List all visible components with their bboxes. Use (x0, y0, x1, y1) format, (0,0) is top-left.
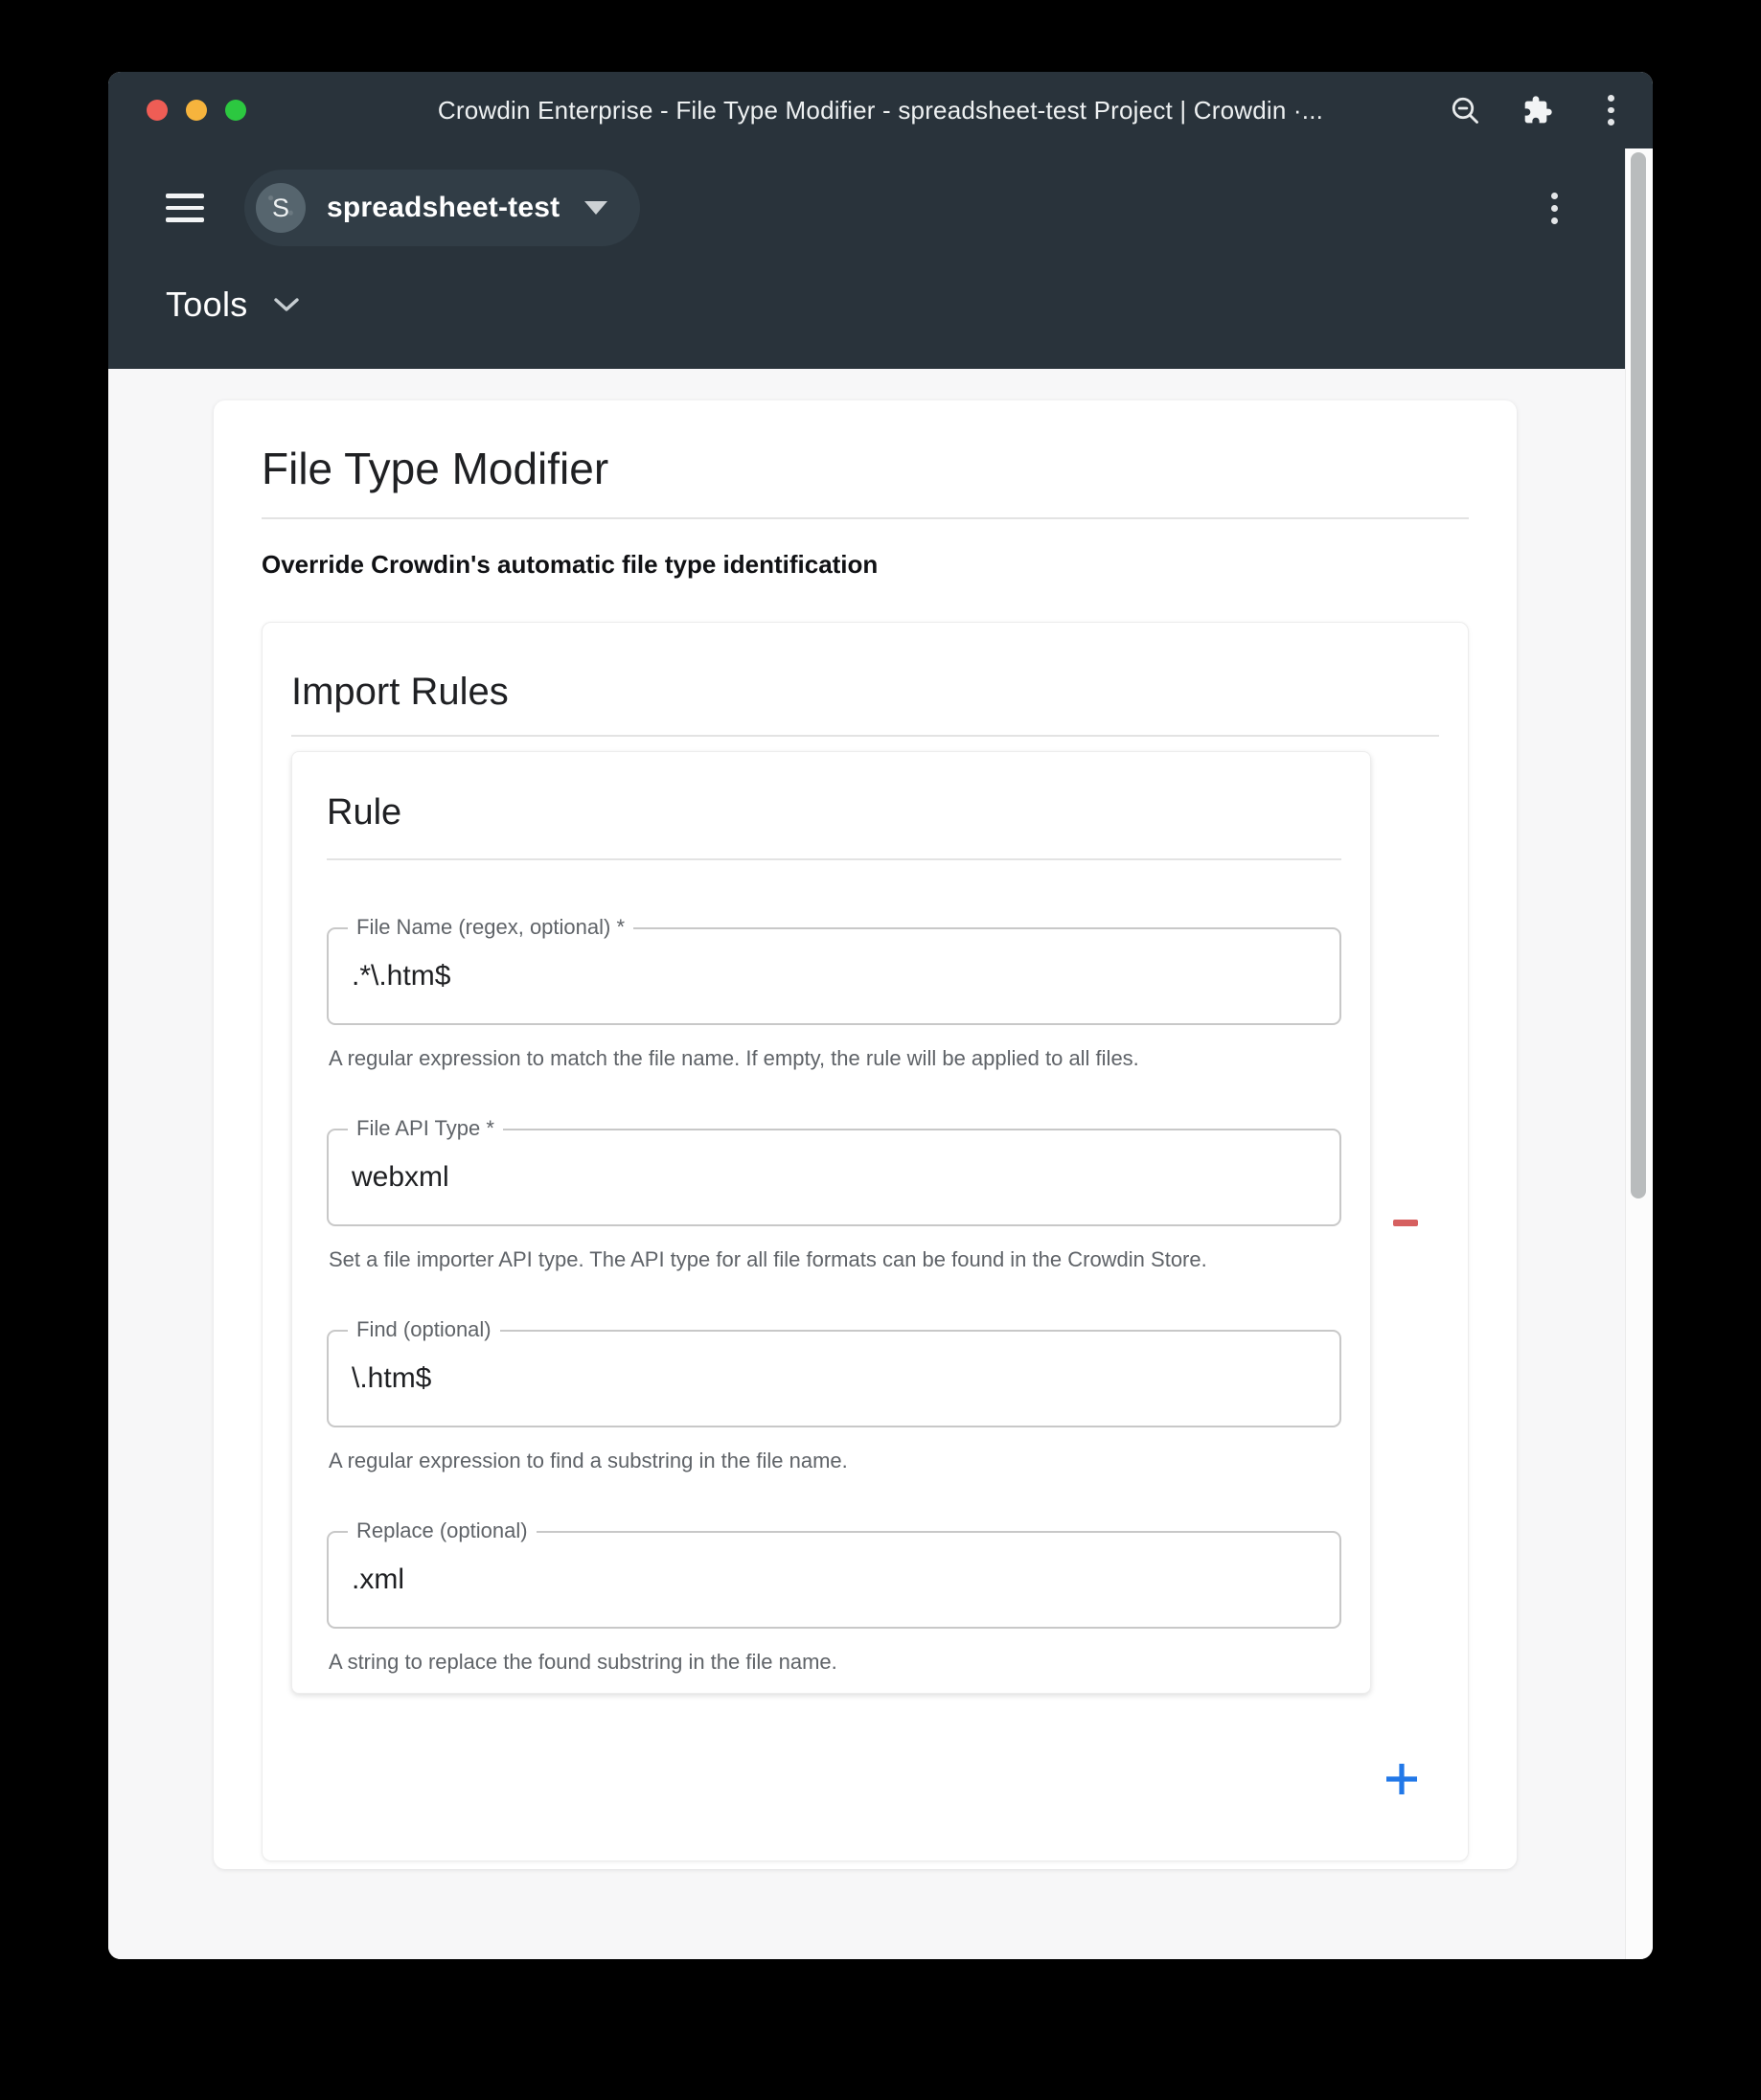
plus-icon (1382, 1759, 1422, 1799)
page-tab-title: Crowdin Enterprise - File Type Modifier … (108, 96, 1653, 126)
file-api-type-help: Set a file importer API type. The API ty… (327, 1244, 1341, 1276)
import-rules-divider (291, 735, 1439, 737)
replace-input[interactable] (329, 1564, 1339, 1596)
minus-icon (1393, 1220, 1418, 1226)
crowdin-app-header: S spreadsheet-test Tools (108, 148, 1625, 369)
file-name-help: A regular expression to match the file n… (327, 1042, 1341, 1075)
project-switcher[interactable]: S spreadsheet-test (244, 170, 640, 246)
import-rules-card: Import Rules Rule File Name (regex, opti… (262, 622, 1469, 1861)
tools-nav-label[interactable]: Tools (166, 285, 248, 325)
file-type-modifier-card: File Type Modifier Override Crowdin's au… (214, 400, 1517, 1869)
import-rules-title: Import Rules (291, 671, 1439, 714)
chevron-down-icon[interactable] (273, 296, 300, 313)
rule-divider (327, 858, 1341, 860)
browser-menu-icon[interactable] (1595, 95, 1626, 126)
file-name-label: File Name (regex, optional) * (348, 915, 633, 940)
replace-field-group: Replace (optional) A string to replace t… (327, 1531, 1341, 1678)
browser-window: Crowdin Enterprise - File Type Modifier … (108, 72, 1653, 1959)
close-window-button[interactable] (147, 100, 168, 121)
page-content: File Type Modifier Override Crowdin's au… (108, 369, 1625, 1959)
scrollbar-track[interactable] (1625, 148, 1653, 1959)
project-name: spreadsheet-test (327, 192, 560, 224)
page-subtitle: Override Crowdin's automatic file type i… (262, 550, 1469, 580)
title-divider (262, 517, 1469, 519)
file-api-type-label: File API Type * (348, 1116, 503, 1141)
header-menu-icon[interactable] (1551, 193, 1558, 224)
file-name-input[interactable] (329, 960, 1339, 993)
add-rule-button[interactable] (1376, 1753, 1428, 1805)
window-controls (108, 100, 246, 121)
file-api-type-field-group: File API Type * Set a file importer API … (327, 1129, 1341, 1276)
page-viewport: S spreadsheet-test Tools (108, 148, 1625, 1959)
project-avatar: S (256, 183, 306, 233)
zoom-out-icon[interactable] (1450, 95, 1480, 126)
find-input[interactable] (329, 1362, 1339, 1395)
replace-help: A string to replace the found substring … (327, 1646, 1341, 1678)
scrollbar-thumb[interactable] (1631, 152, 1646, 1198)
browser-titlebar: Crowdin Enterprise - File Type Modifier … (108, 72, 1653, 148)
file-api-type-input[interactable] (329, 1161, 1339, 1194)
hamburger-menu-icon[interactable] (166, 194, 204, 222)
find-help: A regular expression to find a substring… (327, 1445, 1341, 1477)
replace-label: Replace (optional) (348, 1518, 537, 1543)
page-title: File Type Modifier (262, 443, 1469, 494)
find-field-group: Find (optional) A regular expression to … (327, 1330, 1341, 1477)
caret-down-icon (584, 201, 607, 215)
file-name-field-group: File Name (regex, optional) * A regular … (327, 927, 1341, 1075)
remove-rule-button[interactable] (1380, 1206, 1431, 1240)
rule-title: Rule (327, 792, 1341, 833)
rule-card: Rule File Name (regex, optional) * A reg… (291, 751, 1371, 1694)
minimize-window-button[interactable] (186, 100, 207, 121)
zoom-window-button[interactable] (225, 100, 246, 121)
extensions-puzzle-icon[interactable] (1522, 95, 1553, 126)
find-label: Find (optional) (348, 1317, 500, 1342)
